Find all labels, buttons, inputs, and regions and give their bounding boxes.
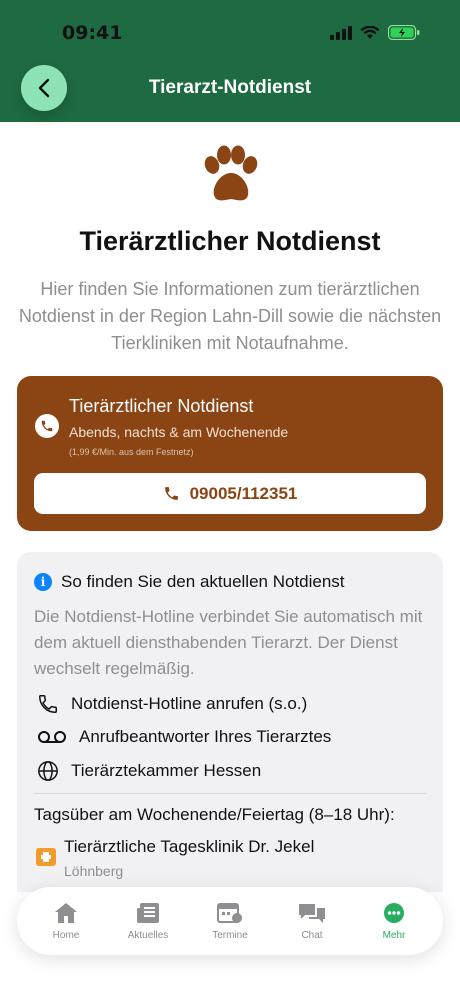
nav-title: Tierarzt-Notdienst bbox=[148, 77, 312, 98]
tab-chat[interactable]: Chat bbox=[277, 902, 347, 941]
divider bbox=[34, 793, 426, 794]
paw-icon bbox=[204, 145, 258, 201]
clinic-location: Löhnberg bbox=[64, 863, 124, 879]
tab-label: Chat bbox=[301, 929, 323, 941]
battery-icon bbox=[388, 25, 420, 40]
link-label: Tierärztekammer Hessen bbox=[71, 761, 262, 780]
voicemail-icon bbox=[38, 731, 66, 743]
more-icon bbox=[384, 902, 404, 923]
info-body: Die Notdienst-Hotline verbindet Sie auto… bbox=[34, 607, 423, 678]
info-heading-text: So finden Sie den aktuellen Notdienst bbox=[61, 572, 345, 591]
phone-icon bbox=[164, 487, 178, 500]
signal-icon bbox=[330, 25, 352, 40]
info-heading: i So finden Sie den aktuellen Notdienst bbox=[34, 572, 345, 592]
hotline-title: Tierärztlicher Notdienst bbox=[69, 396, 254, 416]
wifi-icon bbox=[360, 25, 380, 39]
globe-icon bbox=[38, 761, 58, 781]
link-voicemail[interactable]: Anrufbeantworter Ihres Tierarztes bbox=[37, 727, 331, 747]
status-time: 09:41 bbox=[62, 22, 123, 44]
page-title: Tierärztlicher Notdienst bbox=[79, 226, 381, 256]
calendar-icon bbox=[217, 902, 242, 923]
phone-circle-icon bbox=[35, 414, 59, 438]
call-hotline-button[interactable]: 09005/112351 bbox=[34, 473, 426, 514]
news-icon bbox=[137, 902, 159, 923]
hotline-fine-print: (1,99 €/Min. aus dem Festnetz) bbox=[69, 447, 194, 457]
app-header: 09:41 Tierarzt-Notdienst bbox=[0, 0, 460, 122]
daytime-heading: Tagsüber am Wochenende/Feiertag (8–18 Uh… bbox=[34, 805, 395, 824]
link-chamber[interactable]: Tierärztekammer Hessen bbox=[37, 760, 261, 782]
info-card: i So finden Sie den aktuellen Notdienst … bbox=[17, 552, 443, 892]
medical-kit-icon bbox=[36, 848, 56, 866]
link-label: Notdienst-Hotline anrufen (s.o.) bbox=[71, 694, 308, 713]
link-label: Anrufbeantworter Ihres Tierarztes bbox=[79, 727, 332, 746]
phone-icon bbox=[39, 695, 57, 713]
tab-label: Mehr bbox=[382, 929, 406, 941]
tab-more[interactable]: Mehr bbox=[359, 902, 429, 941]
hotline-card: Tierärztlicher Notdienst Abends, nachts … bbox=[17, 376, 443, 531]
home-icon bbox=[55, 902, 77, 923]
chat-icon bbox=[299, 903, 325, 923]
tab-label: Termine bbox=[212, 929, 248, 941]
status-icons bbox=[330, 25, 420, 40]
hotline-number: 09005/112351 bbox=[189, 483, 298, 503]
link-hotline[interactable]: Notdienst-Hotline anrufen (s.o.) bbox=[37, 693, 307, 715]
info-icon: i bbox=[34, 573, 52, 591]
tab-label: Aktuelles bbox=[127, 929, 169, 941]
tab-bar: Home Aktuelles Termine Chat Mehr bbox=[17, 887, 443, 955]
tab-news[interactable]: Aktuelles bbox=[113, 902, 183, 941]
clinic-name[interactable]: Tierärztliche Tagesklinik Dr. Jekel bbox=[64, 837, 314, 857]
intro-text: Hier finden Sie Informationen zum tierär… bbox=[18, 279, 442, 353]
tab-appointments[interactable]: Termine bbox=[195, 902, 265, 941]
tab-label: Home bbox=[52, 929, 80, 941]
hotline-subtitle: Abends, nachts & am Wochenende bbox=[69, 424, 289, 440]
tab-home[interactable]: Home bbox=[31, 902, 101, 941]
